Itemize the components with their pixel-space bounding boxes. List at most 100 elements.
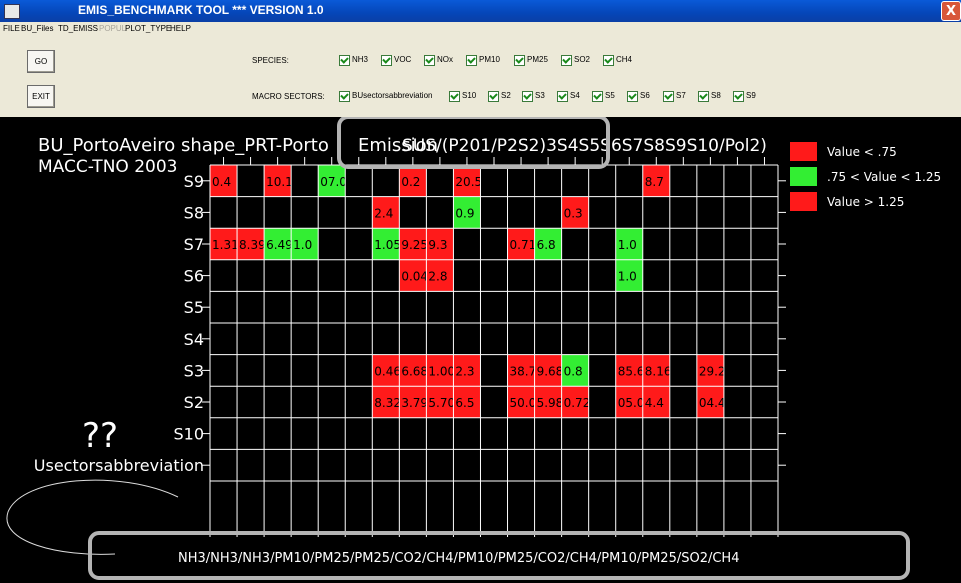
cell-value-label: 8.7	[645, 175, 664, 189]
legend-swatch-high	[790, 192, 817, 211]
legend-swatch-mid	[790, 167, 817, 186]
cell-value-label: 6.8	[537, 238, 556, 252]
species-checkbox-pm25[interactable]: PM25	[514, 54, 548, 66]
toolbar: GO EXIT SPECIES: NH3 VOC NOx PM10 PM25 S…	[0, 36, 961, 117]
cell-value-label: 2.3	[455, 364, 474, 378]
species-checkbox-nh3[interactable]: NH3	[339, 54, 368, 66]
annotation-ellipse	[6, 479, 179, 555]
cell-value-label: 6.49	[266, 238, 293, 252]
cell-value-label: 0.4	[212, 175, 231, 189]
species-checkbox-so2[interactable]: SO2	[561, 54, 590, 66]
cell-value-label: 8.39	[239, 238, 266, 252]
checkbox-icon	[592, 90, 603, 102]
cell-value-label: 4.4	[645, 396, 664, 410]
bottom-axis-labels: NH3/NH3/NH3/PM10/PM25/PM25/CO2/CH4/PM10/…	[178, 551, 739, 566]
species-checkbox-nox[interactable]: NOx	[424, 54, 453, 66]
legend-label-mid: .75 < Value < 1.25	[827, 170, 941, 184]
row-labels: S9 S8 S7 S6 S5 S4 S3 S2 S10 Usectorsabbreviation	[34, 172, 204, 475]
cell-value-label: 85.6	[618, 364, 645, 378]
cell-value-label: 3.79	[401, 396, 428, 410]
checkbox-icon	[561, 54, 572, 66]
row-label: S4	[184, 330, 204, 349]
cell-value-label: 5.70	[428, 396, 455, 410]
cell-value-label: 0.71	[510, 238, 537, 252]
sector-checkbox-s6[interactable]: S6	[627, 90, 650, 102]
heatmap-chart: BU_PortoAveiro shape_PRT-Porto Emission …	[6, 117, 941, 580]
checkbox-icon	[424, 54, 435, 66]
sector-checkbox-s2[interactable]: S2	[488, 90, 511, 102]
species-checkbox-ch4[interactable]: CH4	[603, 54, 632, 66]
checkbox-icon	[381, 54, 392, 66]
checkbox-icon	[449, 90, 460, 102]
cell-value-label: 1.0	[618, 270, 637, 284]
cell-value-label: 1.0	[618, 238, 637, 252]
menu-help[interactable]: HELP	[170, 24, 191, 33]
checkbox-icon	[522, 90, 533, 102]
checkbox-icon	[339, 90, 350, 102]
plot-area: BU_PortoAveiro shape_PRT-Porto Emission …	[0, 117, 961, 583]
grid-lines	[202, 157, 786, 537]
checkbox-icon	[514, 54, 525, 66]
checkbox-icon	[339, 54, 350, 66]
cell-value-label: 0.9	[455, 206, 474, 220]
cell-value-label: 5.98	[537, 396, 564, 410]
cell-value-label: 9.25	[401, 238, 428, 252]
checkbox-icon	[663, 90, 674, 102]
cell-value-label: 8.32	[374, 396, 401, 410]
cell-value-label: 04.4	[699, 396, 726, 410]
sector-checkbox-s5[interactable]: S5	[592, 90, 615, 102]
cell-value-label: 1.00	[428, 364, 455, 378]
macro-sectors-label: MACRO SECTORS:	[252, 92, 325, 101]
cell-value-label: 1.05	[374, 238, 401, 252]
sector-checkbox-s3[interactable]: S3	[522, 90, 545, 102]
menu-bar: FILE BU_Files TD_EMISS POPUL PLOT_TYPE H…	[0, 22, 961, 36]
row-label: S8	[184, 203, 204, 222]
row-label: S10	[173, 425, 204, 444]
window-title: EMIS_BENCHMARK TOOL *** VERSION 1.0	[78, 3, 324, 17]
sector-checkbox-s10[interactable]: S10	[449, 90, 476, 102]
cell-value-label: 20.5	[455, 175, 482, 189]
go-button[interactable]: GO	[27, 50, 55, 73]
cell-value-label: 0.46	[374, 364, 401, 378]
sector-checkbox-busectors[interactable]: BUsectorsabbreviation	[339, 90, 432, 102]
species-checkbox-pm10[interactable]: PM10	[466, 54, 500, 66]
cell-value-label: 2.8	[428, 270, 447, 284]
menu-plot-type[interactable]: PLOT_TYPE	[125, 24, 171, 33]
sector-checkbox-s8[interactable]: S8	[698, 90, 721, 102]
sector-checkbox-s7[interactable]: S7	[663, 90, 686, 102]
sector-checkbox-s9[interactable]: S9	[733, 90, 756, 102]
cell-value-label: 29.2	[699, 364, 726, 378]
checkbox-icon	[733, 90, 744, 102]
row-label: S3	[184, 361, 204, 380]
cell-value-label: 07.0	[320, 175, 347, 189]
row-label: S2	[184, 393, 204, 412]
row-label: S7	[184, 235, 204, 254]
title-bar: EMIS_BENCHMARK TOOL *** VERSION 1.0 X	[0, 0, 961, 22]
cell-value-label: 6.68	[401, 364, 428, 378]
row-label: S5	[184, 298, 204, 317]
cell-value-label: 0.3	[564, 206, 583, 220]
cell-value-label: 9.3	[428, 238, 447, 252]
menu-file[interactable]: FILE	[3, 24, 20, 33]
cell-value-label: 8.16	[645, 364, 672, 378]
row-label: S9	[184, 172, 204, 191]
row-label: Usectorsabbreviation	[34, 456, 204, 475]
checkbox-icon	[466, 54, 477, 66]
cell-value-label: 1.0	[293, 238, 312, 252]
checkbox-icon	[488, 90, 499, 102]
exit-button[interactable]: EXIT	[27, 85, 55, 108]
menu-td-emiss[interactable]: TD_EMISS	[58, 24, 98, 33]
cell-value-label: 9.68	[537, 364, 564, 378]
cell-value-label: 1.31	[212, 238, 239, 252]
legend-label-low: Value < .75	[827, 145, 897, 159]
plot-title-overlay: SUS/(P201/P2S2)3S4S5S6S7S8S9S10/Pol2)	[402, 136, 767, 156]
species-checkbox-voc[interactable]: VOC	[381, 54, 411, 66]
close-button[interactable]: X	[941, 1, 961, 21]
cell-value-label: 0.8	[564, 364, 583, 378]
legend-swatch-low	[790, 142, 817, 161]
checkbox-icon	[603, 54, 614, 66]
menu-popul: POPUL	[99, 24, 127, 33]
sector-checkbox-s4[interactable]: S4	[557, 90, 580, 102]
legend-label-high: Value > 1.25	[827, 195, 904, 209]
menu-bu-files[interactable]: BU_Files	[21, 24, 53, 33]
